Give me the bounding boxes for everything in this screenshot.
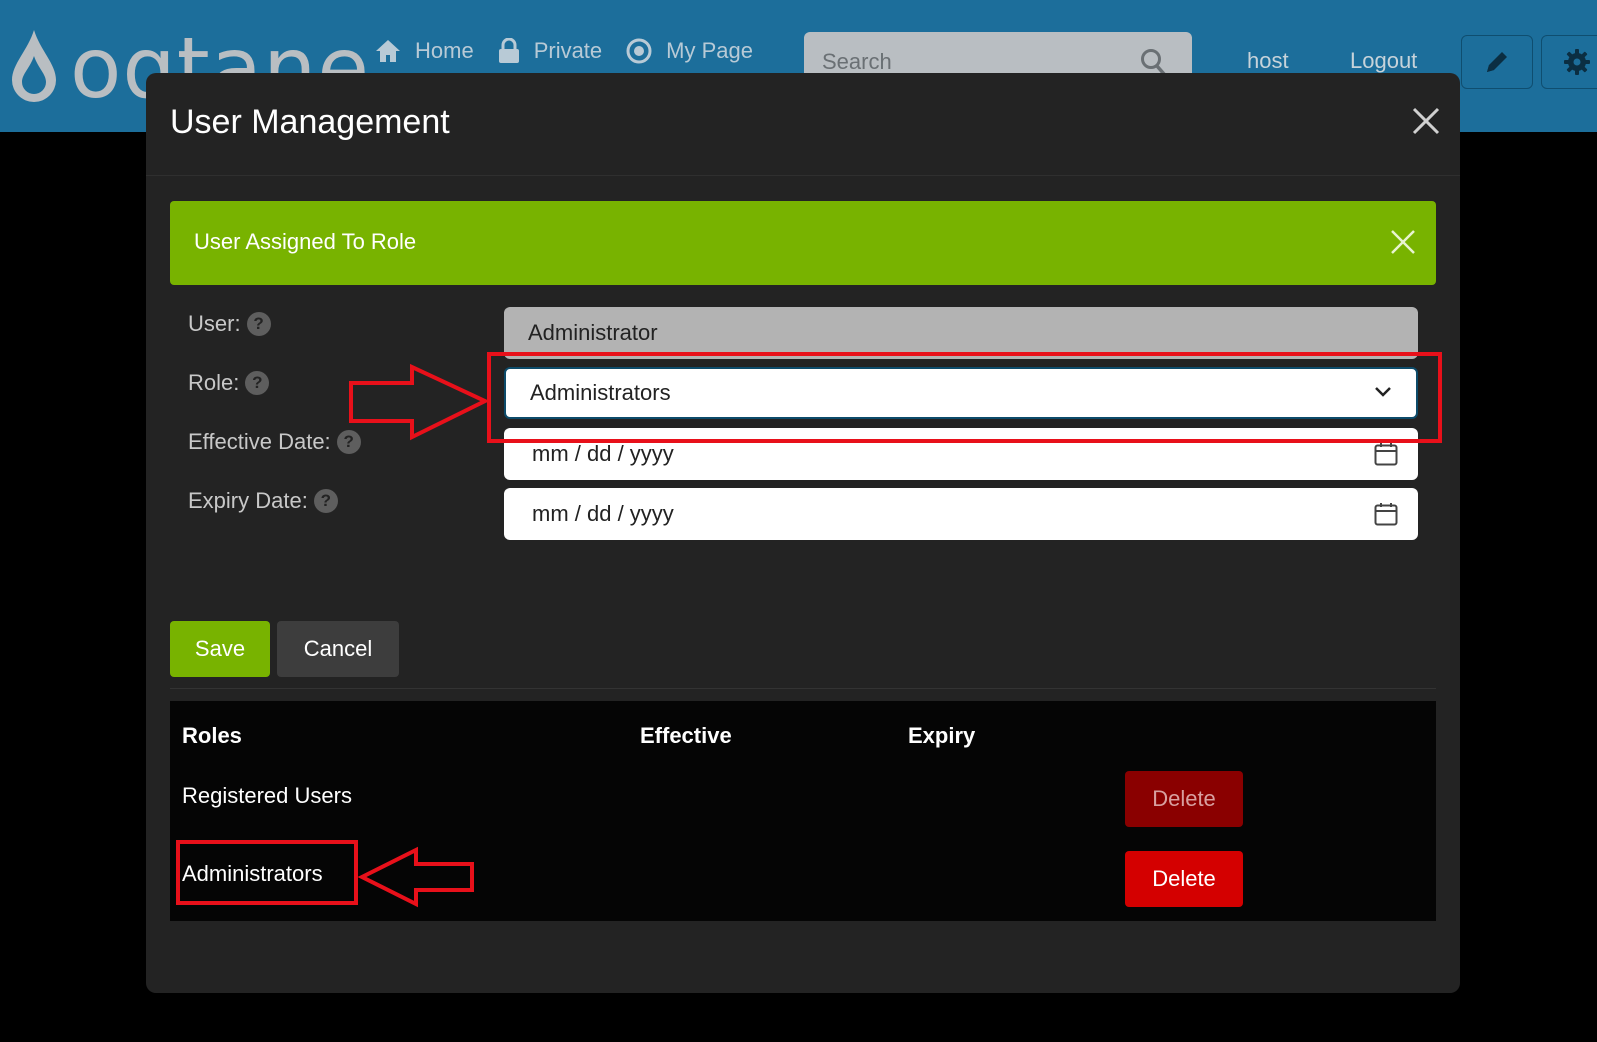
delete-role-button[interactable]: Delete — [1125, 851, 1243, 907]
chevron-down-icon — [1375, 387, 1391, 397]
header-expiry: Expiry — [908, 723, 976, 748]
help-icon[interactable]: ? — [245, 371, 270, 395]
effective-date-input[interactable]: mm / dd / yyyy — [504, 428, 1418, 480]
expiry-date-label: Expiry Date: — [188, 488, 308, 513]
help-icon[interactable]: ? — [246, 312, 271, 336]
expiry-date-input[interactable]: mm / dd / yyyy — [504, 488, 1418, 540]
help-icon[interactable]: ? — [336, 430, 361, 454]
expiry-date-label-row: Expiry Date: ? — [188, 488, 338, 514]
nav-home-label: Home — [415, 38, 474, 63]
gear-icon — [1564, 49, 1590, 75]
modal-header: User Management — [146, 73, 1460, 176]
home-icon — [376, 40, 400, 62]
expiry-date-value: mm / dd / yyyy — [532, 501, 674, 526]
user-label: User: — [188, 311, 241, 336]
roles-table: Roles Effective Expiry Registered Users … — [170, 701, 1436, 921]
main-nav: Home Private My Page — [375, 38, 777, 64]
divider — [170, 688, 1436, 689]
header-roles: Roles — [182, 723, 242, 748]
alert-message: User Assigned To Role — [194, 229, 417, 254]
site-logo[interactable]: oqtane — [8, 26, 369, 116]
success-alert: User Assigned To Role — [170, 201, 1436, 285]
droplet-logo-icon — [12, 30, 56, 102]
target-icon — [626, 38, 652, 64]
search-icon[interactable] — [1140, 48, 1166, 76]
nav-private[interactable]: Private — [498, 38, 602, 64]
header-effective: Effective — [640, 723, 732, 748]
role-label-row: Role: ? — [188, 370, 270, 396]
effective-date-label: Effective Date: — [188, 429, 331, 454]
table-row-role: Registered Users — [182, 783, 352, 808]
nav-home[interactable]: Home — [375, 38, 474, 64]
help-icon[interactable]: ? — [313, 489, 338, 513]
settings-button[interactable] — [1541, 35, 1597, 89]
user-value: Administrator — [528, 320, 658, 345]
nav-private-label: Private — [533, 38, 603, 63]
cancel-button[interactable]: Cancel — [277, 621, 399, 677]
nav-my-page[interactable]: My Page — [626, 38, 753, 64]
role-label: Role: — [188, 370, 240, 395]
edit-mode-button[interactable] — [1461, 35, 1533, 89]
alert-close-icon[interactable] — [1390, 229, 1416, 255]
save-button[interactable]: Save — [170, 621, 270, 677]
calendar-icon[interactable] — [1374, 502, 1398, 526]
delete-role-button[interactable]: Delete — [1125, 771, 1243, 827]
nav-username[interactable]: host — [1247, 48, 1289, 74]
pencil-icon — [1487, 52, 1507, 72]
close-icon[interactable] — [1412, 107, 1440, 135]
logout-link[interactable]: Logout — [1350, 48, 1417, 74]
lock-icon — [498, 38, 519, 63]
role-select[interactable]: Administrators — [504, 367, 1418, 419]
effective-date-value: mm / dd / yyyy — [532, 441, 674, 466]
effective-date-label-row: Effective Date: ? — [188, 429, 361, 455]
table-row-role: Administrators — [182, 861, 323, 886]
modal-title: User Management — [170, 103, 450, 141]
user-field: Administrator — [504, 307, 1418, 359]
role-selected-value: Administrators — [530, 380, 671, 405]
user-label-row: User: ? — [188, 311, 271, 337]
nav-my-page-label: My Page — [666, 38, 753, 63]
calendar-icon[interactable] — [1374, 442, 1398, 466]
user-management-modal: User Management User Assigned To Role Us… — [146, 73, 1460, 993]
